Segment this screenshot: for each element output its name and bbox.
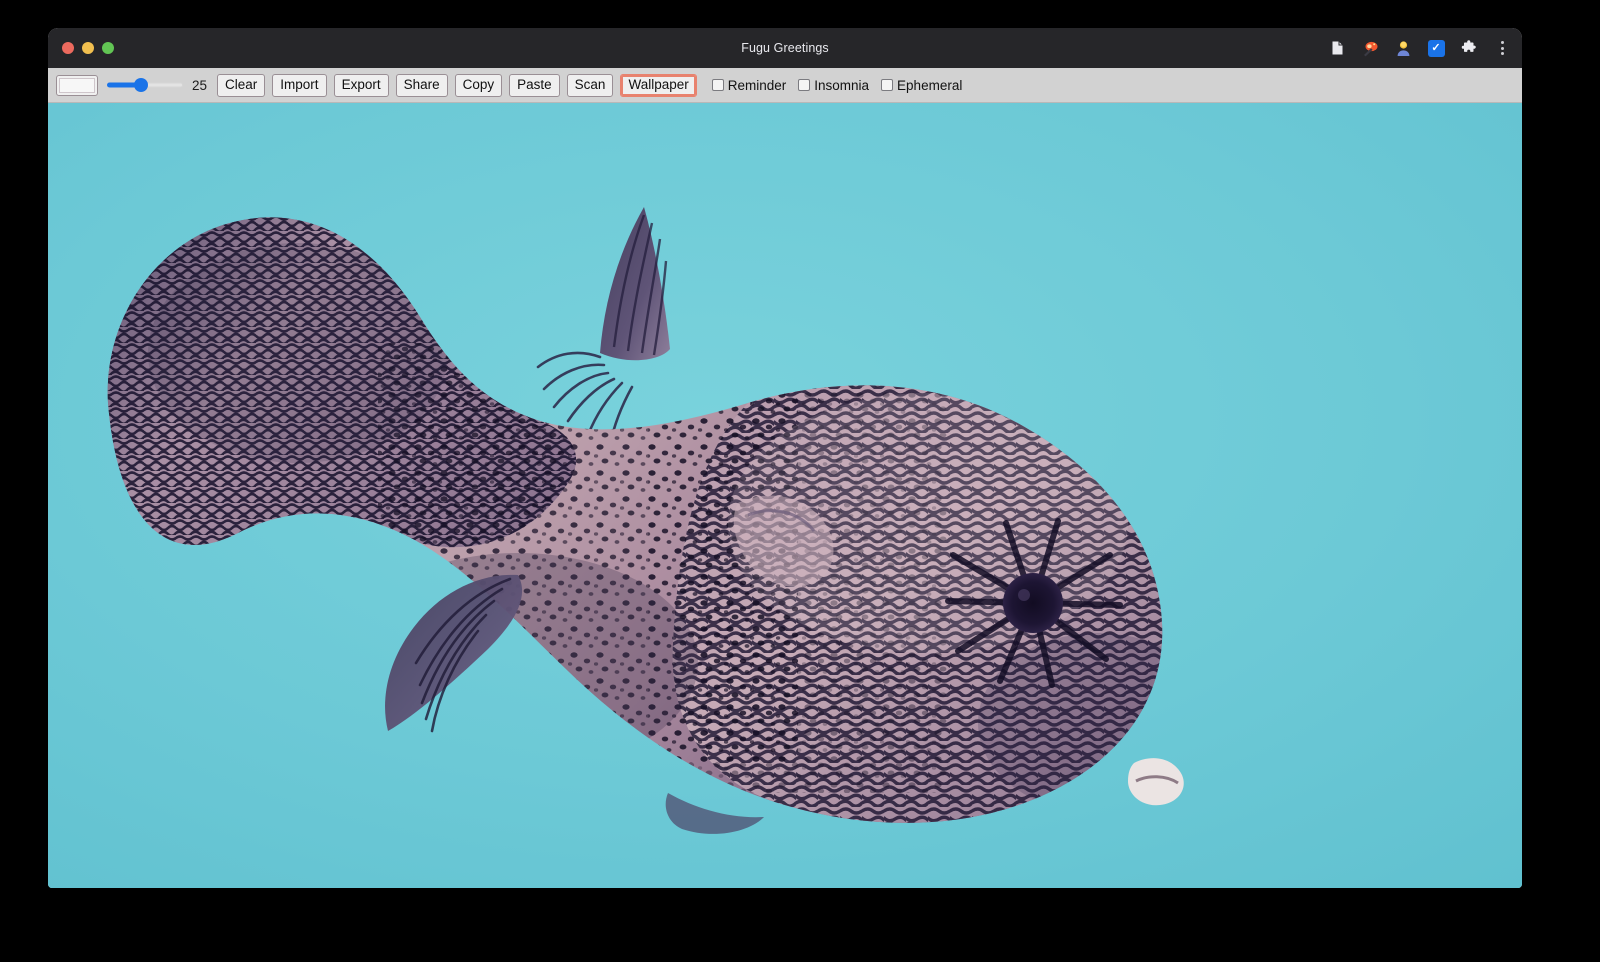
ephemeral-checkbox-box[interactable] [881, 79, 893, 91]
color-picker-swatch [59, 78, 95, 93]
import-button[interactable]: Import [272, 74, 326, 97]
paste-button[interactable]: Paste [509, 74, 560, 97]
slider-thumb[interactable] [134, 78, 148, 92]
reminder-checkbox-box[interactable] [712, 79, 724, 91]
minimize-button[interactable] [82, 42, 94, 54]
kebab-dots [1494, 41, 1510, 55]
title-bar: Fugu Greetings [48, 28, 1522, 68]
insomnia-checkbox-box[interactable] [798, 79, 810, 91]
window-title: Fugu Greetings [48, 28, 1522, 68]
pufferfish-image [48, 103, 1522, 888]
paint-palette-icon[interactable] [1360, 38, 1380, 58]
ephemeral-checkbox[interactable]: Ephemeral [881, 78, 962, 93]
reminder-checkbox[interactable]: Reminder [712, 78, 787, 93]
extension-pinned-icon[interactable]: ✓ [1426, 38, 1446, 58]
reminder-checkbox-label: Reminder [728, 78, 787, 93]
insomnia-checkbox[interactable]: Insomnia [798, 78, 869, 93]
brush-size-slider[interactable] [107, 76, 183, 94]
page-document-icon[interactable] [1327, 38, 1347, 58]
toolbar-checkbox-group: Reminder Insomnia Ephemeral [712, 78, 963, 93]
ephemeral-checkbox-label: Ephemeral [897, 78, 962, 93]
clear-button[interactable]: Clear [217, 74, 265, 97]
share-button[interactable]: Share [396, 74, 448, 97]
copy-button[interactable]: Copy [455, 74, 503, 97]
traffic-lights [48, 42, 114, 54]
scan-button[interactable]: Scan [567, 74, 614, 97]
insomnia-checkbox-label: Insomnia [814, 78, 869, 93]
zoom-button[interactable] [102, 42, 114, 54]
wallpaper-button[interactable]: Wallpaper [620, 74, 696, 97]
screen: Fugu Greetings [0, 0, 1600, 962]
slider-value-label: 25 [192, 78, 207, 93]
drawing-canvas[interactable] [48, 103, 1522, 888]
extension-check-glyph: ✓ [1428, 40, 1445, 57]
app-window: Fugu Greetings [48, 28, 1522, 888]
export-button[interactable]: Export [334, 74, 389, 97]
overflow-menu-icon[interactable] [1492, 38, 1512, 58]
puzzle-extensions-icon[interactable] [1459, 38, 1479, 58]
color-picker-input[interactable] [56, 75, 98, 96]
app-toolbar: 25 Clear Import Export Share Copy Paste … [48, 68, 1522, 103]
browser-toolbar-icons: ✓ [1327, 28, 1512, 68]
profile-avatar-icon[interactable] [1393, 38, 1413, 58]
close-button[interactable] [62, 42, 74, 54]
